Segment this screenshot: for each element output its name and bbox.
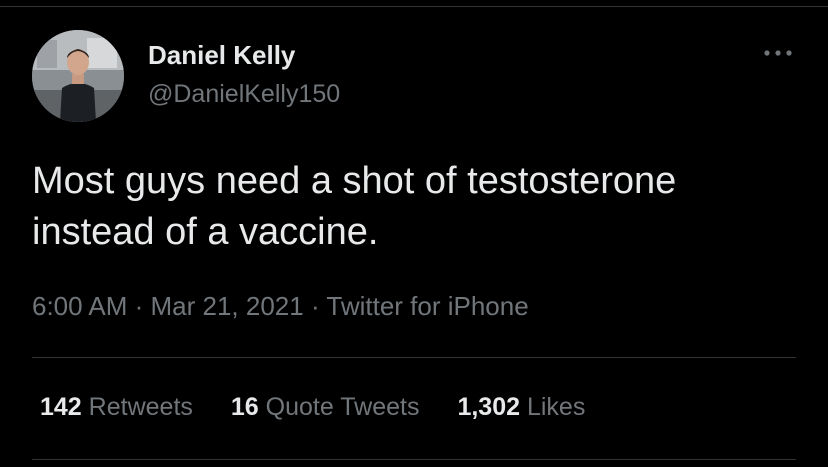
quote-tweets-stat[interactable]: 16 Quote Tweets — [231, 393, 420, 422]
engagement-stats: 142 Retweets 16 Quote Tweets 1,302 Likes — [40, 393, 623, 422]
avatar[interactable] — [32, 30, 124, 122]
tweet-metadata: 6:00 AM · Mar 21, 2021 · Twitter for iPh… — [32, 291, 529, 322]
tweet-text: Most guys need a shot of testosterone in… — [32, 156, 802, 258]
separator-dot: · — [310, 291, 327, 321]
tweet-time[interactable]: 6:00 AM — [32, 291, 135, 321]
tweet-date[interactable]: Mar 21, 2021 — [151, 291, 311, 321]
more-options-button[interactable] — [758, 38, 798, 68]
top-divider — [0, 6, 828, 7]
quote-tweets-count: 16 — [230, 393, 266, 421]
retweets-count: 142 — [40, 393, 89, 421]
likes-label: Likes — [526, 393, 586, 421]
tweet-source[interactable]: Twitter for iPhone — [326, 291, 528, 321]
author-name[interactable]: Daniel Kelly — [148, 40, 295, 71]
separator-dot: · — [134, 291, 151, 321]
stats-bottom-divider — [32, 459, 796, 460]
retweets-label: Retweets — [88, 393, 193, 421]
stats-top-divider — [32, 357, 796, 358]
tweet-text-line: instead of a vaccine. — [32, 211, 379, 253]
quote-tweets-label: Quote Tweets — [265, 393, 420, 421]
tweet-text-line: Most guys need a shot of testosterone — [32, 160, 677, 202]
profile-photo — [32, 30, 124, 122]
more-horizontal-icon — [764, 50, 792, 56]
likes-stat[interactable]: 1,302 Likes — [457, 393, 585, 422]
retweets-stat[interactable]: 142 Retweets — [40, 393, 193, 422]
likes-count: 1,302 — [457, 393, 527, 421]
author-handle[interactable]: @DanielKelly150 — [148, 80, 340, 109]
